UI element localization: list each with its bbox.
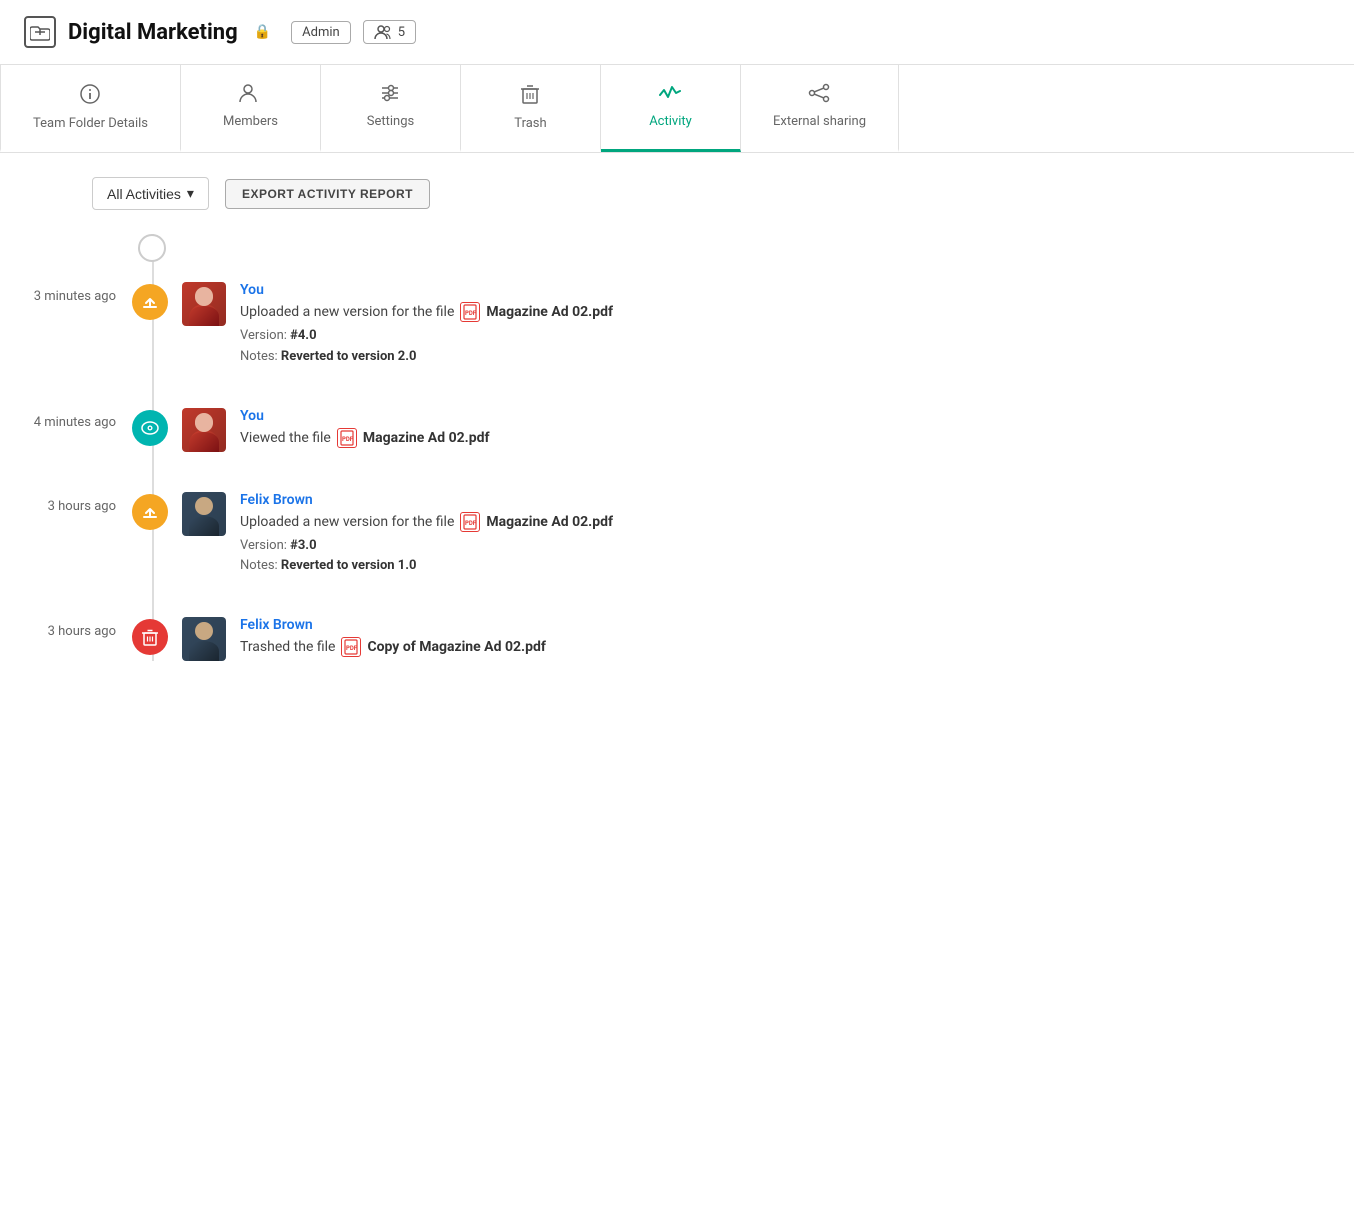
activity-timeline: 3 minutes ago You Uploaded a new version… xyxy=(32,234,868,661)
upload-dot xyxy=(132,494,168,530)
info-icon xyxy=(79,83,101,110)
timeline-item: 4 minutes ago You Viewed the file PDF xyxy=(32,408,868,452)
svg-text:PDF: PDF xyxy=(342,436,354,443)
svg-text:PDF: PDF xyxy=(346,645,358,652)
trash-icon xyxy=(520,83,540,110)
timeline-item: 3 hours ago Felix Brown Uploaded a new v… xyxy=(32,492,868,578)
main-content: All Activities ▾ EXPORT ACTIVITY REPORT … xyxy=(0,153,900,725)
filter-dropdown[interactable]: All Activities ▾ xyxy=(92,177,209,210)
activity-icon xyxy=(659,83,681,108)
activity-description: Uploaded a new version for the file PDF … xyxy=(240,302,868,322)
time-label: 3 hours ago xyxy=(32,617,132,641)
file-name: Copy of Magazine Ad 02.pdf xyxy=(367,639,545,655)
chevron-down-icon: ▾ xyxy=(187,185,194,202)
time-label: 3 hours ago xyxy=(32,492,132,516)
settings-icon xyxy=(379,83,401,108)
svg-text:PDF: PDF xyxy=(465,520,477,527)
avatar xyxy=(182,282,226,326)
tab-activity[interactable]: Activity xyxy=(601,65,741,152)
activity-content: Felix Brown Uploaded a new version for t… xyxy=(240,492,868,578)
activity-meta: Version: #4.0 Notes: Reverted to version… xyxy=(240,326,868,368)
timeline-item: 3 hours ago Felix Brown Trash xyxy=(32,617,868,661)
tab-label-members: Members xyxy=(223,114,278,129)
pdf-icon: PDF xyxy=(337,428,357,448)
page-title: Digital Marketing xyxy=(68,20,238,45)
export-button[interactable]: EXPORT ACTIVITY REPORT xyxy=(225,179,430,209)
pdf-icon: PDF xyxy=(460,512,480,532)
external-sharing-icon xyxy=(808,83,830,108)
file-name: Magazine Ad 02.pdf xyxy=(486,304,613,320)
pdf-icon: PDF xyxy=(341,637,361,657)
tab-label-settings: Settings xyxy=(367,114,414,129)
tab-trash[interactable]: Trash xyxy=(461,65,601,152)
activity-toolbar: All Activities ▾ EXPORT ACTIVITY REPORT xyxy=(92,177,868,210)
filter-label: All Activities xyxy=(107,186,181,202)
tab-label-activity: Activity xyxy=(649,114,692,129)
timeline-top xyxy=(132,234,868,262)
members-count: 5 xyxy=(398,25,405,40)
file-name: Magazine Ad 02.pdf xyxy=(363,430,490,446)
tab-bar: Team Folder Details Members Settings xyxy=(0,65,1354,153)
activity-content: Felix Brown Trashed the file PDF Copy of… xyxy=(240,617,868,661)
folder-icon xyxy=(24,16,56,48)
avatar xyxy=(182,617,226,661)
timeline-item: 3 minutes ago You Uploaded a new version… xyxy=(32,282,868,368)
activity-user[interactable]: You xyxy=(240,408,868,424)
upload-dot xyxy=(132,284,168,320)
admin-badge: Admin xyxy=(291,21,351,44)
activity-content: You Uploaded a new version for the file … xyxy=(240,282,868,368)
activity-description: Viewed the file PDF Magazine Ad 02.pdf xyxy=(240,428,868,448)
tab-label-trash: Trash xyxy=(514,116,546,131)
pdf-icon: PDF xyxy=(460,302,480,322)
file-name: Magazine Ad 02.pdf xyxy=(486,514,613,530)
tab-team-folder-details[interactable]: Team Folder Details xyxy=(0,65,181,152)
tab-members[interactable]: Members xyxy=(181,65,321,152)
tab-settings[interactable]: Settings xyxy=(321,65,461,152)
lock-icon: 🔒 xyxy=(254,24,271,40)
trash-dot xyxy=(132,619,168,655)
tab-label-team-folder: Team Folder Details xyxy=(33,116,148,131)
activity-content: You Viewed the file PDF Magazine Ad 02.p… xyxy=(240,408,868,452)
activity-user[interactable]: Felix Brown xyxy=(240,492,868,508)
svg-text:PDF: PDF xyxy=(465,310,477,317)
avatar xyxy=(182,408,226,452)
members-icon xyxy=(239,83,261,108)
activity-description: Uploaded a new version for the file PDF … xyxy=(240,512,868,532)
page-header: Digital Marketing 🔒 Admin 5 xyxy=(0,0,1354,65)
activity-user[interactable]: You xyxy=(240,282,868,298)
activity-meta: Version: #3.0 Notes: Reverted to version… xyxy=(240,536,868,578)
activity-user[interactable]: Felix Brown xyxy=(240,617,868,633)
activity-description: Trashed the file PDF Copy of Magazine Ad… xyxy=(240,637,868,657)
time-label: 4 minutes ago xyxy=(32,408,132,432)
time-label: 3 minutes ago xyxy=(32,282,132,306)
avatar xyxy=(182,492,226,536)
timeline-top-circle xyxy=(138,234,166,262)
tab-label-external-sharing: External sharing xyxy=(773,114,866,129)
members-badge: 5 xyxy=(363,20,416,44)
view-dot xyxy=(132,410,168,446)
tab-external-sharing[interactable]: External sharing xyxy=(741,65,899,152)
